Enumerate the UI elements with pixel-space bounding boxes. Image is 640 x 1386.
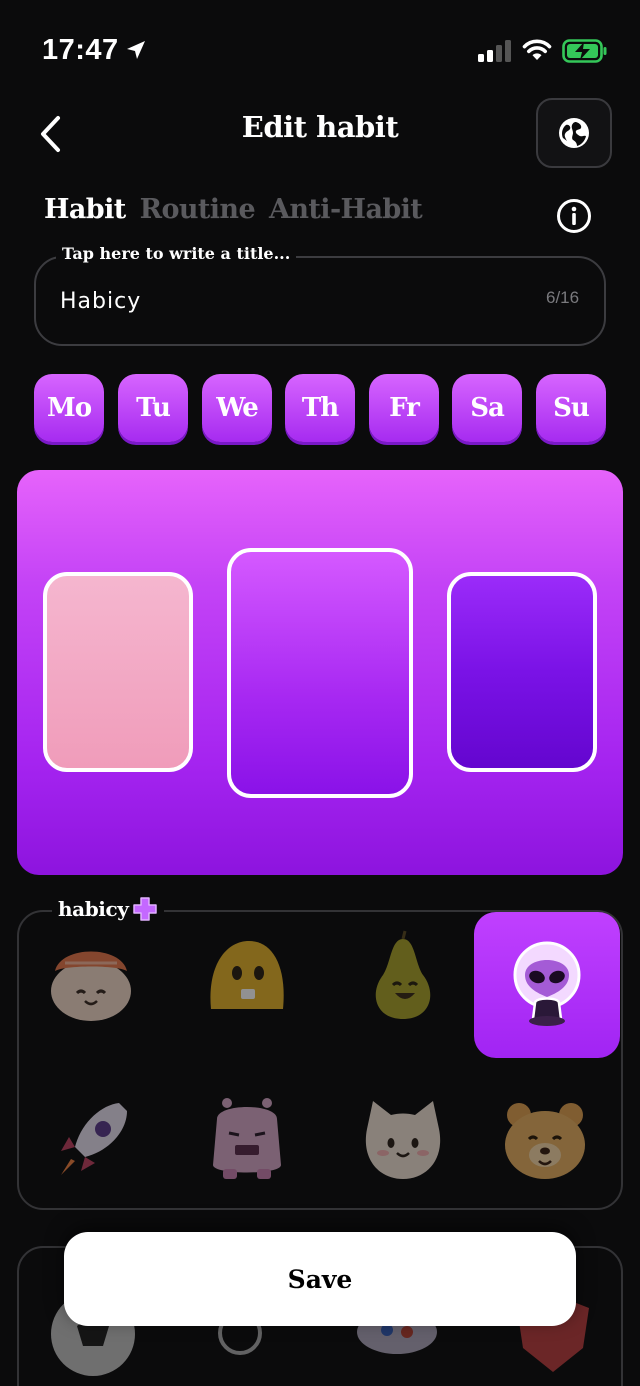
day-button-su[interactable]: Su	[536, 374, 606, 442]
day-button-mo[interactable]: Mo	[34, 374, 104, 442]
sticker-bear[interactable]	[490, 1084, 600, 1194]
wifi-icon	[522, 39, 552, 60]
sticker-sushi[interactable]	[36, 922, 146, 1032]
sticker-alien-selected[interactable]	[474, 912, 620, 1058]
pink-monster-sticker-icon	[213, 1098, 281, 1179]
yellow-blob-sticker-icon	[210, 941, 284, 1009]
sticker-rocket[interactable]	[36, 1084, 146, 1194]
save-button[interactable]: Save	[64, 1232, 576, 1326]
tab-anti-habit[interactable]: Anti-Habit	[269, 194, 423, 225]
sushi-sticker-icon	[51, 951, 131, 1021]
day-button-th[interactable]: Th	[285, 374, 355, 442]
pear-sticker-icon	[375, 930, 431, 1019]
status-bar: 17:47	[0, 0, 640, 100]
day-selector: Mo Tu We Th Fr Sa Su	[34, 374, 606, 444]
day-button-fr[interactable]: Fr	[369, 374, 439, 442]
character-counter: 6/16	[546, 288, 580, 307]
sticker-pear[interactable]	[348, 922, 458, 1032]
battery-charging-icon	[562, 39, 607, 63]
sticker-pink-monster[interactable]	[192, 1084, 302, 1194]
alien-sticker-icon	[513, 941, 581, 1026]
rocket-sticker-icon	[61, 1103, 127, 1175]
color-swatch-purple-selected[interactable]	[227, 548, 413, 798]
sticker-yellow-blob[interactable]	[192, 922, 302, 1032]
day-button-sa[interactable]: Sa	[452, 374, 522, 442]
sticker-picker-label: habicy	[52, 896, 165, 922]
globe-button[interactable]	[536, 98, 612, 168]
tab-routine[interactable]: Routine	[140, 194, 256, 225]
tab-habit[interactable]: Habit	[44, 194, 126, 225]
color-swatch-pink[interactable]	[43, 572, 193, 772]
plus-badge-icon	[133, 897, 158, 921]
sticker-picker-title: habicy	[58, 897, 129, 921]
mode-tabs: Habit Routine Anti-Habit	[44, 194, 423, 225]
bear-sticker-icon	[505, 1103, 585, 1179]
status-time: 17:47	[42, 34, 119, 66]
day-button-we[interactable]: We	[202, 374, 272, 442]
sticker-cat[interactable]	[348, 1084, 458, 1194]
color-swatch-violet[interactable]	[447, 572, 597, 772]
title-field-label: Tap here to write a title...	[56, 244, 297, 263]
color-picker	[17, 470, 623, 875]
info-icon[interactable]	[556, 198, 592, 234]
cellular-signal-icon	[478, 40, 511, 62]
cat-sticker-icon	[365, 1101, 441, 1179]
globe-icon	[559, 118, 589, 148]
day-button-tu[interactable]: Tu	[118, 374, 188, 442]
location-arrow-icon	[127, 41, 145, 59]
title-input[interactable]	[60, 284, 510, 318]
